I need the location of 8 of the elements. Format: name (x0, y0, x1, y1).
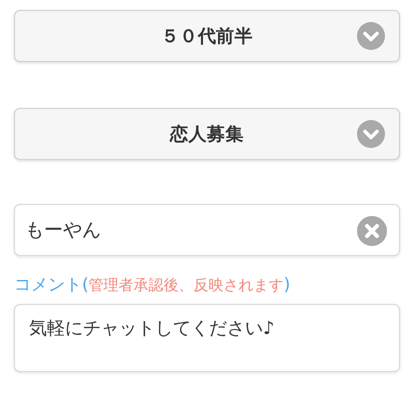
comment-label: コメント(管理者承認後、反映されます) (14, 275, 292, 296)
chevron-down-icon (357, 22, 385, 50)
name-input-field[interactable]: もーやん (14, 204, 400, 256)
dropdown-select[interactable]: 恋人募集 (14, 108, 400, 160)
comment-text-area[interactable]: 気軽にチャットしてください♪ (14, 304, 400, 372)
chevron-down-icon (357, 120, 385, 148)
clear-icon[interactable] (357, 216, 387, 246)
dropdown-select[interactable]: ５０代前半 (14, 10, 400, 62)
